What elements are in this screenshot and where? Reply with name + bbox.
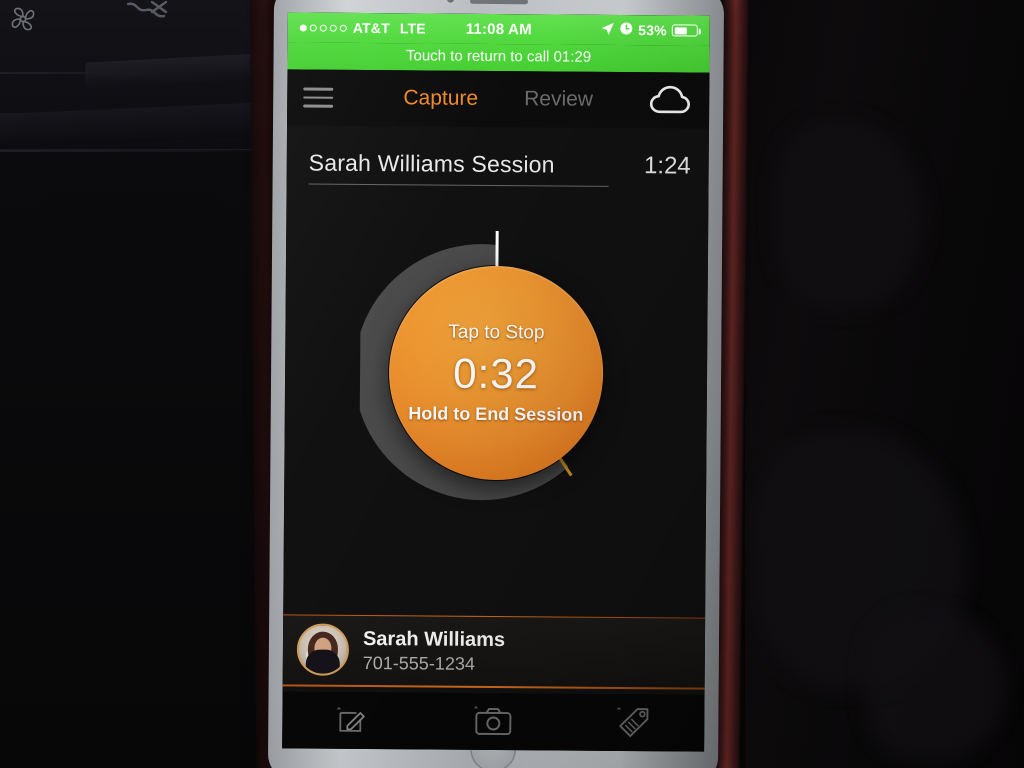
status-bar: AT&T LTE 11:08 AM 53%	[287, 12, 710, 46]
location-arrow-icon	[601, 21, 615, 38]
battery-percent-label: 53%	[638, 22, 667, 39]
defrost-icon	[122, 0, 178, 34]
app-navigation-bar: Capture Review	[287, 69, 710, 129]
cloud-sync-icon[interactable]	[647, 81, 693, 120]
tab-bar: Capture Review	[287, 85, 709, 112]
phone-screen: AT&T LTE 11:08 AM 53% Touch to return to…	[282, 12, 710, 752]
return-to-call-banner[interactable]: Touch to return to call 01:29	[287, 42, 710, 73]
contact-avatar-photo	[296, 623, 350, 677]
tab-capture[interactable]: Capture	[403, 86, 478, 111]
carrier-label: AT&T	[352, 19, 390, 37]
contact-row[interactable]: Sarah Williams 701-555-1234	[282, 615, 706, 689]
signal-strength-icon	[299, 23, 347, 32]
network-type-label: LTE	[399, 20, 426, 37]
tag-icon[interactable]	[599, 700, 669, 745]
contact-name: Sarah Williams	[362, 627, 506, 651]
record-stop-button[interactable]: Tap to Stop 0:32 Hold to End Session	[388, 265, 604, 481]
fan-icon	[6, 2, 40, 36]
earpiece-speaker	[469, 0, 529, 5]
alarm-clock-icon	[620, 22, 633, 38]
session-total-time: 1:24	[643, 152, 691, 180]
dash-dark-block	[44, 195, 219, 243]
camera-icon[interactable]	[458, 699, 528, 744]
contact-phone: 701-555-1234	[362, 652, 475, 674]
tap-to-stop-label: Tap to Stop	[448, 321, 545, 343]
contact-section: Sarah Williams 701-555-1234	[282, 614, 706, 690]
tab-review[interactable]: Review	[524, 87, 593, 112]
session-header: Sarah Williams Session 1:24	[287, 125, 709, 187]
note-edit-icon[interactable]	[318, 698, 388, 743]
bottom-toolbar	[282, 690, 705, 752]
smartphone-device: AT&T LTE 11:08 AM 53% Touch to return to…	[267, 0, 725, 768]
elapsed-time-label: 0:32	[453, 349, 540, 397]
car-interior-right	[745, 0, 1024, 768]
hamburger-menu-icon[interactable]	[303, 87, 334, 108]
front-camera	[446, 0, 455, 3]
dash-seam	[0, 150, 268, 152]
session-title-input[interactable]: Sarah Williams Session	[308, 149, 609, 187]
hold-to-end-label: Hold to End Session	[408, 402, 584, 425]
screenshot-scene: AT&T LTE 11:08 AM 53% Touch to return to…	[0, 0, 1024, 768]
timer-area: Tap to Stop 0:32 Hold to End Session	[284, 206, 709, 539]
battery-icon	[671, 24, 698, 37]
